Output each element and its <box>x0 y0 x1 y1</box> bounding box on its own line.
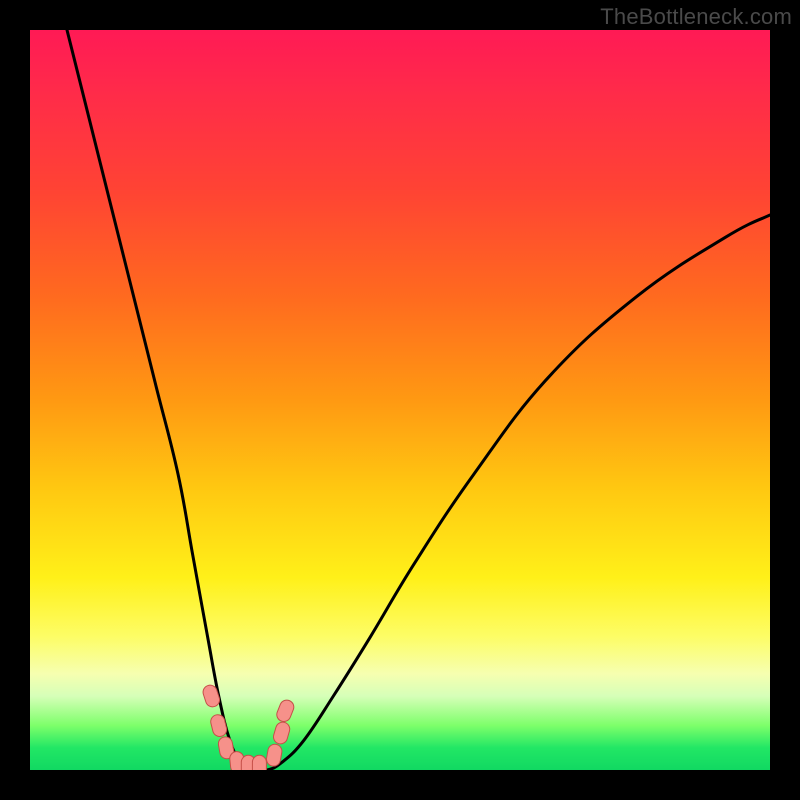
curve-marker <box>252 755 266 770</box>
curve-marker <box>272 720 292 745</box>
watermark-text: TheBottleneck.com <box>600 4 792 30</box>
curve-marker <box>275 698 296 724</box>
chart-root: TheBottleneck.com <box>0 0 800 800</box>
bottleneck-curve <box>67 30 770 770</box>
plot-area <box>30 30 770 770</box>
curve-layer <box>30 30 770 770</box>
curve-marker <box>209 713 228 738</box>
